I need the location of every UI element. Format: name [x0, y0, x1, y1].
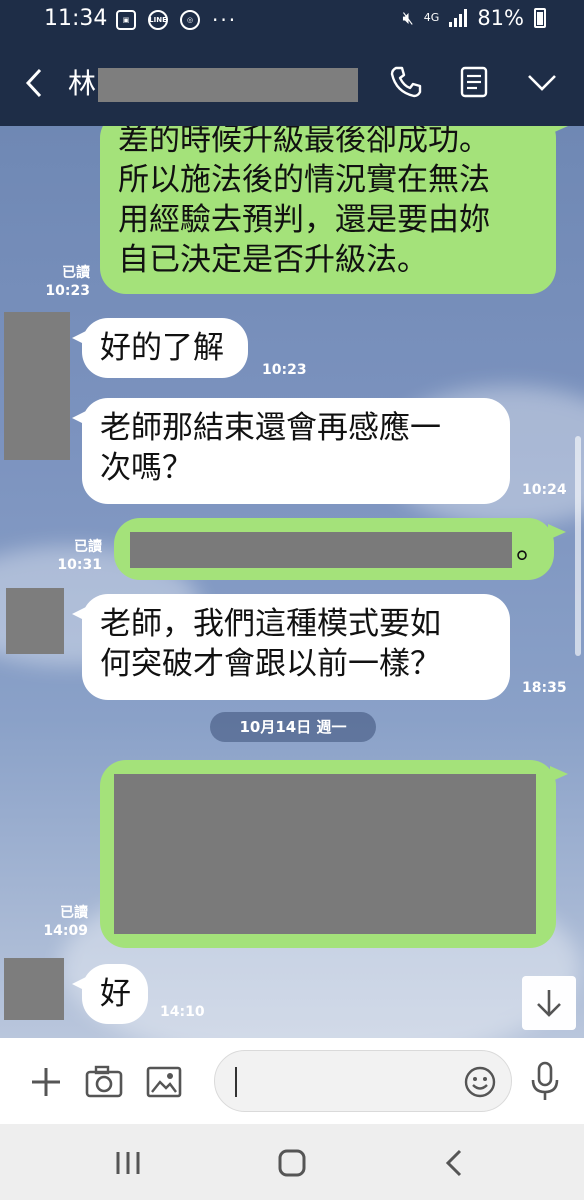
back-icon[interactable]: [436, 1148, 476, 1178]
message-line: 次嗎？: [100, 450, 193, 486]
message-time: 10:31: [57, 557, 102, 573]
message-line: 自已決定是否升級法。: [118, 242, 428, 278]
read-label: 已讀: [60, 905, 88, 921]
plus-icon[interactable]: [26, 1062, 66, 1102]
contact-name-redaction: [98, 68, 358, 102]
battery-icon: [534, 8, 546, 28]
status-bar: 11:34 ▣ LINE ◎ ··· 🔇︎ 4G 81%: [0, 0, 584, 40]
recent-apps-icon[interactable]: [108, 1148, 148, 1178]
status-time: 11:34: [44, 6, 108, 31]
home-icon[interactable]: [272, 1148, 312, 1178]
message-field[interactable]: [214, 1050, 512, 1112]
message-meta: 已讀 10:23: [40, 264, 90, 300]
chrome-notification-icon: ◎: [180, 10, 200, 30]
message-redaction: [130, 532, 512, 568]
back-chevron-icon[interactable]: [20, 66, 50, 100]
outgoing-message[interactable]: 。: [114, 518, 566, 580]
chat-header: 林: [0, 40, 584, 126]
message-line: 。: [516, 530, 547, 566]
message-line: 差的時候升級最後卻成功。: [118, 126, 490, 158]
date-separator: 10月14日 週一: [210, 712, 376, 742]
message-redaction: [114, 774, 536, 934]
message-time: 14:09: [43, 923, 88, 939]
system-nav-bar: [0, 1124, 584, 1200]
camera-icon[interactable]: [84, 1062, 124, 1102]
incoming-message[interactable]: 老師那結束還會再感應一 次嗎？: [72, 398, 510, 504]
chat-area[interactable]: 已讀 10:23 差的時候升級最後卻成功。 所以施法後的情況實在無法 用經驗去預…: [0, 126, 584, 1038]
scrollbar[interactable]: [575, 436, 581, 656]
notes-icon[interactable]: [456, 64, 492, 100]
image-icon[interactable]: [144, 1062, 184, 1102]
chevron-down-icon[interactable]: [524, 64, 560, 100]
outgoing-message[interactable]: 差的時候升級最後卻成功。 所以施法後的情況實在無法 用經驗去預判，還是要由妳 自…: [100, 126, 568, 294]
contact-name: 林: [68, 67, 97, 100]
mute-icon: 🔇︎: [402, 7, 414, 29]
message-time: 18:35: [522, 680, 567, 696]
scroll-down-arrow-icon[interactable]: [522, 976, 576, 1030]
read-label: 已讀: [74, 539, 102, 555]
message-time: 10:23: [262, 362, 307, 378]
message-input[interactable]: [235, 1065, 455, 1097]
battery-percent: 81%: [477, 6, 524, 30]
message-line: 老師那結束還會再感應一: [100, 410, 441, 446]
message-line: 好: [100, 976, 131, 1012]
message-meta: 已讀 14:09: [38, 904, 88, 940]
incoming-message[interactable]: 老師，我們這種模式要如 何突破才會跟以前一樣？: [72, 594, 510, 700]
message-input-bar: [0, 1038, 584, 1124]
avatar[interactable]: [6, 588, 64, 654]
message-line: 何突破才會跟以前一樣？: [100, 646, 441, 682]
gallery-notification-icon: ▣: [116, 10, 136, 30]
emoji-icon[interactable]: [463, 1065, 497, 1099]
incoming-message[interactable]: 好: [72, 964, 148, 1024]
status-right: 🔇︎ 4G 81%: [402, 6, 546, 30]
avatar[interactable]: [4, 958, 64, 1020]
phone-icon[interactable]: [388, 64, 424, 100]
microphone-icon[interactable]: [528, 1060, 562, 1102]
text-cursor: [235, 1067, 237, 1097]
outgoing-message[interactable]: [100, 760, 568, 948]
message-time: 14:10: [160, 1004, 205, 1020]
message-line: 用經驗去預判，還是要由妳: [118, 202, 490, 238]
line-notification-icon: LINE: [148, 10, 168, 30]
read-label: 已讀: [62, 265, 90, 281]
message-meta: 已讀 10:31: [52, 538, 102, 574]
message-time: 10:23: [45, 283, 90, 299]
signal-icon: [449, 9, 468, 27]
network-type: 4G: [423, 11, 440, 24]
message-line: 所以施法後的情況實在無法: [118, 162, 490, 198]
more-notifications-icon: ···: [212, 8, 238, 32]
message-line: 好的了解: [100, 330, 224, 366]
notification-icons: ▣ LINE ◎ ···: [116, 8, 237, 32]
message-line: 老師，我們這種模式要如: [100, 606, 441, 642]
incoming-message[interactable]: 好的了解: [72, 318, 248, 378]
avatar[interactable]: [4, 312, 70, 460]
message-time: 10:24: [522, 482, 567, 498]
